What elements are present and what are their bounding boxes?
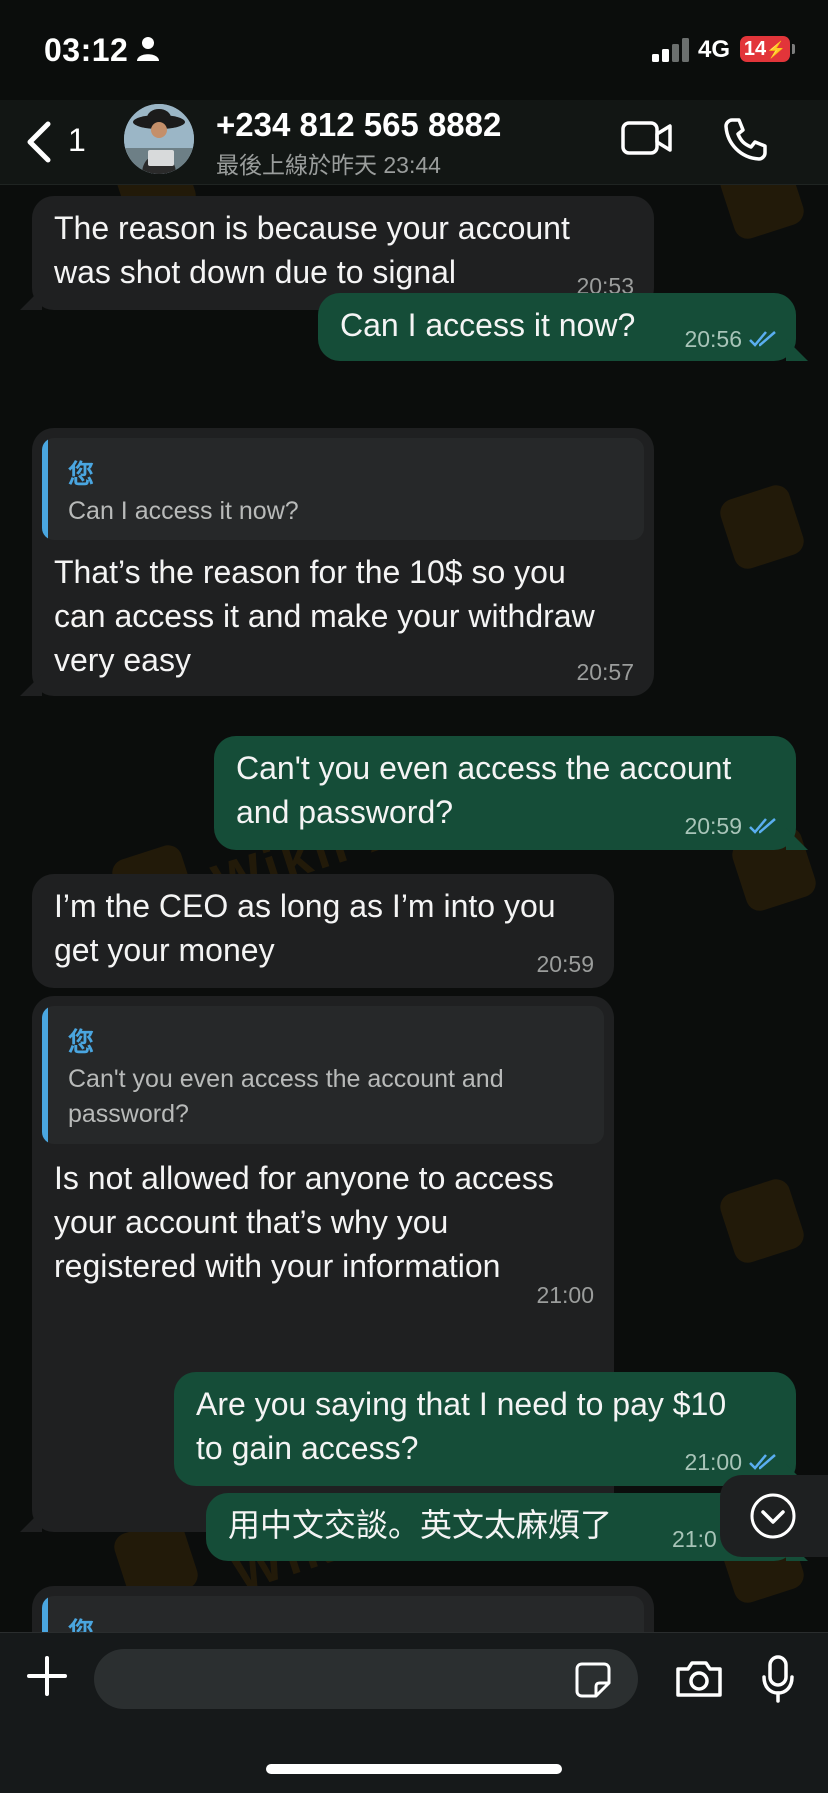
quote-text: Can I access it now? [68, 497, 299, 525]
quoted-message[interactable]: 您 Can't you even access the account and … [42, 1006, 604, 1144]
message-text: I’m the CEO as long as I’m into you get … [54, 888, 556, 968]
status-time: 03:12 [44, 32, 129, 68]
incoming-message[interactable]: I’m the CEO as long as I’m into you get … [32, 874, 614, 988]
signal-icon [652, 38, 689, 62]
quote-accent-bar [42, 1596, 48, 1632]
message-time: 21:00 [536, 1282, 594, 1308]
watermark-logo-icon [716, 185, 808, 243]
outgoing-message[interactable]: 用中文交談。英文太麻煩了 21:0 [206, 1493, 808, 1561]
quoted-message[interactable]: 您 [42, 1596, 644, 1632]
message-list[interactable]: WikiFX WikiFX WikiFX WikiFX The reason i… [0, 185, 828, 1632]
camera-icon[interactable] [674, 1659, 724, 1699]
status-bar: 03:12 4G 14⚡ [0, 0, 828, 100]
quote-accent-bar [42, 438, 48, 540]
plus-icon[interactable] [26, 1655, 68, 1697]
quote-accent-bar [42, 1006, 48, 1144]
message-text: The reason is because your account was s… [54, 210, 570, 290]
bubble-tail [20, 1510, 42, 1532]
watermark-logo-icon [716, 1175, 808, 1267]
chevron-down-circle-icon [750, 1493, 796, 1539]
bubble-tail [20, 674, 42, 696]
message-text: 用中文交談。英文太麻煩了 [228, 1507, 613, 1543]
quote-author: 您 [68, 459, 95, 489]
quote-author: 您 [68, 1027, 95, 1057]
battery-tip [792, 44, 795, 54]
bubble-tail [20, 288, 42, 310]
message-text: Is not allowed for anyone to access your… [54, 1160, 554, 1284]
video-camera-icon[interactable] [620, 118, 674, 158]
message-text: Are you saying that I need to pay $10 to… [196, 1386, 727, 1466]
battery-indicator: 14⚡ [740, 36, 790, 62]
message-time: 21:0 [672, 1526, 717, 1552]
incoming-reply-message[interactable]: 您 Can I access it now? That’s the reason… [20, 428, 654, 696]
message-time: 20:56 [684, 326, 742, 352]
avatar-image [124, 104, 194, 174]
outgoing-message[interactable]: Are you saying that I need to pay $10 to… [174, 1372, 808, 1486]
message-time: 20:59 [684, 813, 742, 839]
charging-bolt-icon: ⚡ [766, 42, 787, 59]
read-receipt-icon [749, 818, 776, 834]
scroll-to-bottom-button[interactable] [720, 1475, 828, 1557]
incoming-reply-message[interactable]: 您 [32, 1586, 654, 1632]
message-input[interactable] [94, 1649, 638, 1709]
network-type: 4G [698, 36, 731, 63]
message-time: 20:59 [536, 951, 594, 977]
message-text: That’s the reason for the 10$ so you can… [54, 554, 595, 678]
avatar[interactable] [124, 104, 194, 174]
home-indicator[interactable] [266, 1764, 562, 1774]
read-receipt-icon [749, 1454, 776, 1470]
last-seen-status: 最後上線於昨天 23:44 [216, 152, 441, 178]
back-button[interactable]: 1 [20, 120, 100, 164]
microphone-icon[interactable] [760, 1655, 796, 1705]
quote-text: Can't you even access the account and pa… [68, 1065, 504, 1128]
chevron-left-icon [27, 121, 51, 163]
watermark-logo-icon [716, 481, 808, 573]
outgoing-message[interactable]: Can't you even access the account and pa… [214, 736, 808, 850]
outgoing-message[interactable]: Can I access it now? 20:56 [318, 293, 808, 361]
phone-icon[interactable] [722, 116, 768, 162]
chat-header: 1 +234 812 565 8882 最後上線於昨天 23:44 [0, 100, 828, 185]
person-icon [137, 37, 159, 61]
message-time: 21:00 [684, 1449, 742, 1475]
bubble-tail [786, 339, 808, 361]
sticker-icon[interactable] [574, 1661, 612, 1699]
message-text: Can't you even access the account and pa… [236, 750, 732, 830]
message-time: 20:57 [576, 659, 634, 685]
battery-level: 14 [743, 38, 767, 60]
unread-count: 1 [68, 122, 86, 158]
quoted-message[interactable]: 您 Can I access it now? [42, 438, 644, 540]
message-text: Can I access it now? [340, 307, 636, 343]
contact-name[interactable]: +234 812 565 8882 [216, 106, 501, 144]
quote-author: 您 [68, 1617, 95, 1632]
read-receipt-icon [749, 331, 776, 347]
